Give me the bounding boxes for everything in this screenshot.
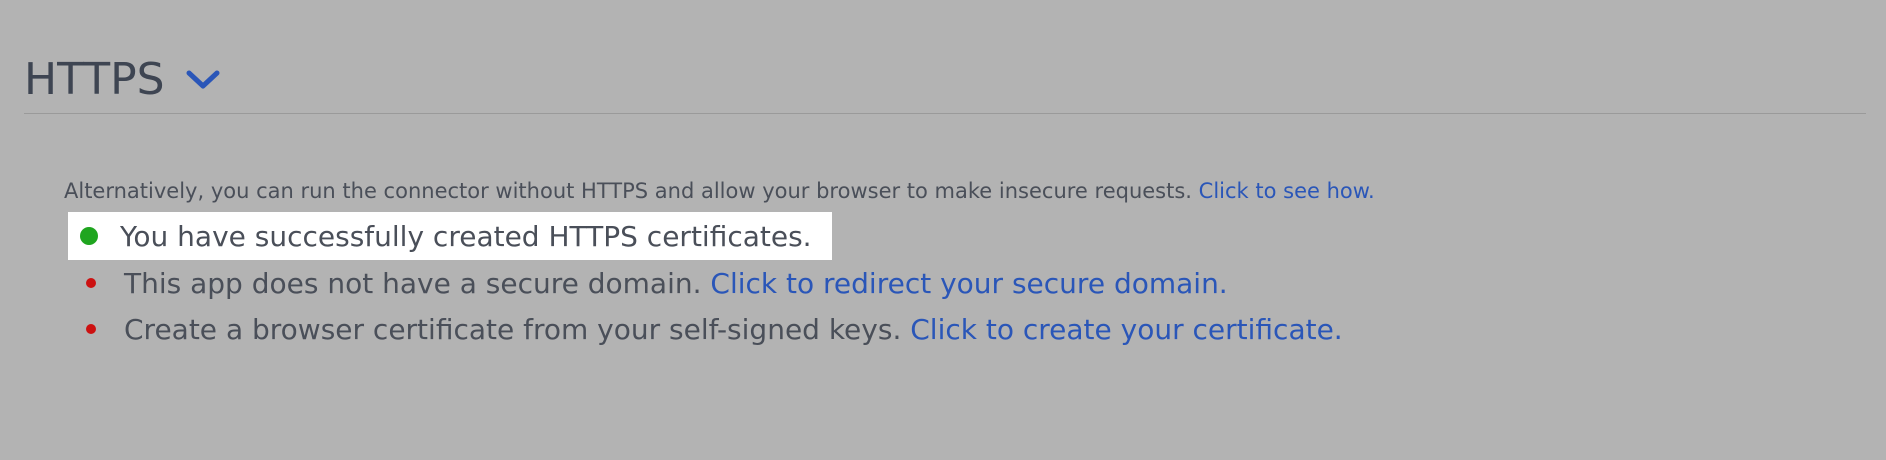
- status-item-browser-certificate: Create a browser certificate from your s…: [70, 306, 1343, 352]
- error-dot-icon: [86, 278, 96, 288]
- status-item-secure-domain: This app does not have a secure domain. …: [70, 260, 1343, 306]
- status-list: You have successfully created HTTPS cert…: [68, 212, 1343, 352]
- redirect-secure-domain-link[interactable]: Click to redirect your secure domain.: [710, 267, 1227, 300]
- success-dot-icon: [80, 227, 98, 245]
- status-text: Create a browser certificate from your s…: [124, 312, 902, 346]
- status-text: This app does not have a secure domain.: [124, 266, 702, 300]
- section-divider: [24, 113, 1866, 114]
- intro-paragraph: Alternatively, you can run the connector…: [64, 177, 1375, 205]
- see-how-link[interactable]: Click to see how.: [1199, 179, 1375, 203]
- create-certificate-link[interactable]: Click to create your certificate.: [910, 313, 1342, 346]
- section-header[interactable]: HTTPS: [24, 50, 223, 110]
- error-dot-icon: [86, 324, 96, 334]
- status-item-certificates-created: You have successfully created HTTPS cert…: [68, 212, 832, 260]
- intro-text: Alternatively, you can run the connector…: [64, 179, 1192, 203]
- status-text: You have successfully created HTTPS cert…: [120, 219, 812, 253]
- section-title: HTTPS: [24, 54, 165, 105]
- chevron-down-icon[interactable]: [183, 65, 223, 95]
- https-section: HTTPS Alternatively, you can run the con…: [0, 0, 1886, 460]
